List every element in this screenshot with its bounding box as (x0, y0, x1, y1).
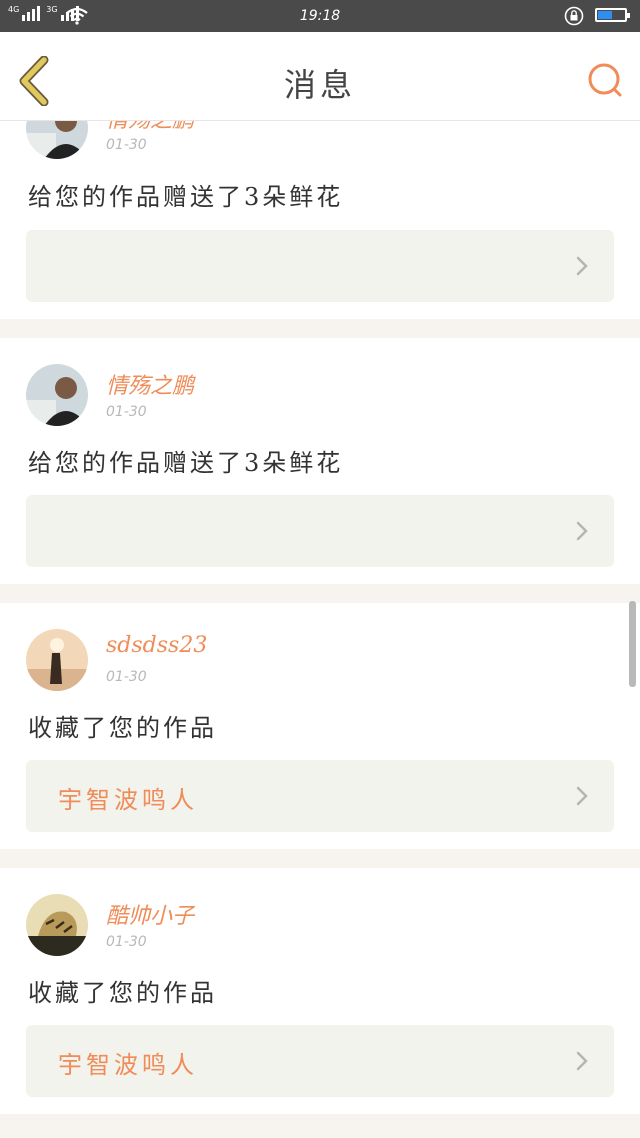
work-link[interactable]: 宇智波鸣人 (26, 1025, 614, 1097)
user-name[interactable]: 酷帅小子 (106, 898, 194, 930)
message-date: 01-30 (106, 404, 147, 420)
nav-bar: 消息 (0, 32, 640, 121)
user-name[interactable]: 情殇之鹏 (106, 368, 194, 400)
message-text: 给您的作品赠送了3朵鲜花 (28, 449, 344, 477)
message-text: 收藏了您的作品 (28, 979, 217, 1007)
avatar-girl-beach-icon[interactable] (26, 629, 88, 691)
work-title: 宇智波鸣人 (58, 1051, 198, 1079)
chevron-right-icon (576, 1051, 588, 1071)
page-title: 消息 (283, 66, 356, 104)
message-list-content: 情殇之鹏 01-30 给您的作品赠送了3朵鲜花 情殇之鹏 01-30 给您的作品… (0, 121, 640, 1133)
chevron-right-icon (576, 521, 588, 541)
chevron-right-icon (576, 256, 588, 276)
work-title: 宇智波鸣人 (58, 786, 198, 814)
scrollbar[interactable] (629, 601, 636, 687)
work-link[interactable] (26, 230, 614, 302)
search-icon[interactable] (585, 60, 625, 100)
work-link[interactable] (26, 495, 614, 567)
message-text: 收藏了您的作品 (28, 714, 217, 742)
message-card[interactable]: 情殇之鹏 01-30 给您的作品赠送了3朵鲜花 (0, 121, 640, 319)
chevron-right-icon (576, 786, 588, 806)
battery-level (598, 11, 612, 19)
battery-icon (595, 8, 630, 22)
message-date: 01-30 (106, 669, 147, 685)
message-card[interactable]: sdsdss23 01-30 收藏了您的作品 宇智波鸣人 (0, 603, 640, 849)
status-time: 19:18 (299, 8, 341, 24)
avatar-tiger-icon[interactable] (26, 894, 88, 956)
rotation-lock-icon (564, 6, 584, 26)
message-list[interactable]: 情殇之鹏 01-30 给您的作品赠送了3朵鲜花 情殇之鹏 01-30 给您的作品… (0, 121, 640, 1138)
message-date: 01-30 (106, 137, 147, 153)
message-text: 给您的作品赠送了3朵鲜花 (28, 183, 344, 211)
user-name[interactable]: sdsdss23 (106, 633, 207, 658)
message-date: 01-30 (106, 934, 147, 950)
user-name[interactable]: 情殇之鹏 (106, 121, 194, 134)
message-card[interactable]: 情殇之鹏 01-30 给您的作品赠送了3朵鲜花 (0, 338, 640, 584)
work-link[interactable]: 宇智波鸣人 (26, 760, 614, 832)
avatar-portrait-man-icon[interactable] (26, 364, 88, 426)
avatar-portrait-man-icon[interactable] (26, 121, 88, 159)
message-card[interactable]: 酷帅小子 01-30 收藏了您的作品 宇智波鸣人 (0, 868, 640, 1114)
status-bar: 4G 3G 19:18 (0, 0, 640, 32)
